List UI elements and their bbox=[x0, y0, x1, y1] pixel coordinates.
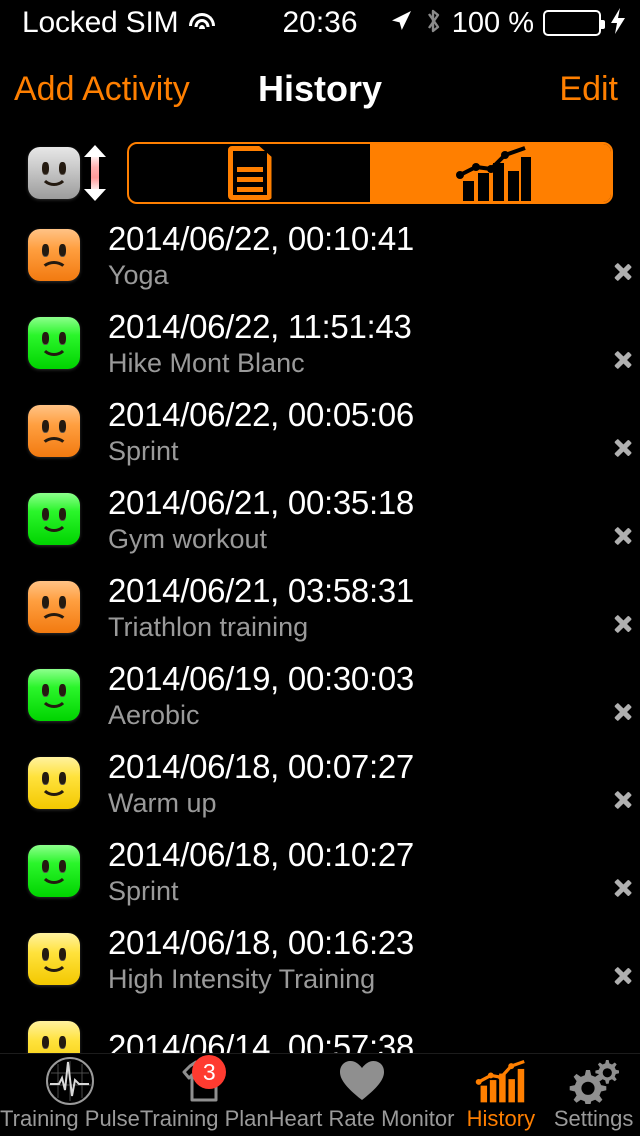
mood-face-icon bbox=[28, 317, 80, 369]
row-timestamp: 2014/06/22, 11:51:43 bbox=[108, 307, 412, 345]
badge-training-plan: 3 bbox=[192, 1055, 227, 1089]
row-timestamp: 2014/06/21, 03:58:31 bbox=[108, 571, 414, 609]
history-list[interactable]: 2014/06/22, 00:10:41 Yoga 2014/06/22, 11:5… bbox=[0, 211, 640, 1053]
ecg-pulse-icon bbox=[45, 1056, 95, 1106]
battery-percent-label: 100 % bbox=[451, 6, 534, 39]
navigation-bar: Add Activity History Edit bbox=[0, 46, 640, 132]
tab-training-pulse[interactable]: Training Pulse bbox=[0, 1054, 140, 1136]
document-list-icon bbox=[227, 146, 272, 200]
row-timestamp: 2014/06/18, 00:07:27 bbox=[108, 747, 414, 785]
table-row[interactable]: 2014/06/22, 11:51:43 Hike Mont Blanc bbox=[0, 299, 640, 387]
shirt-icon: 3 bbox=[180, 1055, 228, 1106]
bluetooth-icon bbox=[423, 7, 443, 40]
row-activity-name: Yoga bbox=[108, 259, 169, 290]
row-activity-name: Aerobic bbox=[108, 699, 200, 730]
tab-label-settings: Settings bbox=[553, 1106, 634, 1131]
table-row[interactable]: 2014/06/21, 00:35:18 Gym workout bbox=[0, 475, 640, 563]
mood-face-icon bbox=[28, 669, 80, 721]
tab-label-heart-rate-monitor: Heart Rate Monitor bbox=[268, 1106, 455, 1131]
tab-settings[interactable]: Settings bbox=[547, 1054, 640, 1136]
tab-training-plan[interactable]: 3 Training Plan bbox=[140, 1054, 269, 1136]
table-row[interactable]: 2014/06/14, 00:57:38 bbox=[0, 1003, 640, 1053]
row-timestamp: 2014/06/18, 00:16:23 bbox=[108, 923, 414, 961]
mood-face-icon bbox=[28, 493, 80, 545]
row-timestamp: 2014/06/22, 00:10:41 bbox=[108, 219, 414, 257]
mood-face-icon bbox=[28, 933, 80, 985]
row-texts: 2014/06/21, 00:35:18 Gym workout bbox=[108, 483, 614, 556]
smiley-face-icon[interactable] bbox=[28, 147, 80, 199]
mood-face-icon bbox=[28, 1021, 80, 1053]
tab-bar: Training Pulse 3 Training Plan Heart Rat… bbox=[0, 1053, 640, 1136]
location-arrow-icon bbox=[388, 8, 414, 39]
tab-label-history: History bbox=[466, 1106, 536, 1131]
page-title: History bbox=[257, 68, 383, 109]
row-activity-name: Sprint bbox=[108, 435, 179, 466]
row-texts: 2014/06/18, 00:07:27 Warm up bbox=[108, 747, 614, 820]
row-timestamp: 2014/06/21, 00:35:18 bbox=[108, 483, 414, 521]
mood-face-icon bbox=[28, 405, 80, 457]
heart-icon bbox=[338, 1056, 386, 1106]
table-row[interactable]: 2014/06/18, 00:07:27 Warm up bbox=[0, 739, 640, 827]
row-activity-name: Sprint bbox=[108, 875, 179, 906]
tab-heart-rate-monitor[interactable]: Heart Rate Monitor bbox=[268, 1054, 455, 1136]
table-row[interactable]: 2014/06/21, 03:58:31 Triathlon training bbox=[0, 563, 640, 651]
app-screen: Locked SIM 20:36 100 % Add Activity Hist… bbox=[0, 0, 640, 1136]
table-row[interactable]: 2014/06/22, 00:05:06 Sprint bbox=[0, 387, 640, 475]
segment-list-view[interactable] bbox=[129, 144, 370, 202]
tab-label-training-pulse: Training Pulse bbox=[0, 1106, 140, 1131]
row-texts: 2014/06/22, 00:05:06 Sprint bbox=[108, 395, 614, 468]
row-texts: 2014/06/22, 00:10:41 Yoga bbox=[108, 219, 614, 292]
mood-face-icon bbox=[28, 229, 80, 281]
row-texts: 2014/06/18, 00:10:27 Sprint bbox=[108, 835, 614, 908]
list-toolbar bbox=[0, 137, 640, 209]
row-texts: 2014/06/19, 00:30:03 Aerobic bbox=[108, 659, 614, 732]
row-timestamp: 2014/06/14, 00:57:38 bbox=[108, 1028, 414, 1053]
status-bar: Locked SIM 20:36 100 % bbox=[0, 0, 640, 46]
tab-history[interactable]: History bbox=[454, 1054, 547, 1136]
row-activity-name: Hike Mont Blanc bbox=[108, 347, 305, 378]
sort-control[interactable] bbox=[28, 145, 106, 201]
lightning-bolt-icon bbox=[610, 7, 626, 39]
row-activity-name: High Intensity Training bbox=[108, 963, 376, 994]
row-timestamp: 2014/06/22, 00:05:06 bbox=[108, 395, 414, 433]
battery-icon bbox=[543, 10, 605, 36]
row-activity-name: Triathlon training bbox=[108, 611, 309, 642]
segment-chart-view[interactable] bbox=[370, 144, 611, 202]
row-texts: 2014/06/22, 11:51:43 Hike Mont Blanc bbox=[108, 307, 614, 380]
mood-face-icon bbox=[28, 845, 80, 897]
row-texts: 2014/06/18, 00:16:23 High Intensity Train… bbox=[108, 923, 614, 996]
table-row[interactable]: 2014/06/19, 00:30:03 Aerobic bbox=[0, 651, 640, 739]
view-mode-segmented-control[interactable] bbox=[127, 142, 613, 204]
edit-button[interactable]: Edit bbox=[559, 70, 618, 109]
status-bar-right: 100 % bbox=[388, 7, 626, 40]
table-row[interactable]: 2014/06/22, 00:10:41 Yoga bbox=[0, 211, 640, 299]
sort-updown-arrows-icon[interactable] bbox=[84, 145, 106, 201]
row-timestamp: 2014/06/18, 00:10:27 bbox=[108, 835, 414, 873]
tab-label-training-plan: Training Plan bbox=[139, 1106, 269, 1131]
row-activity-name: Warm up bbox=[108, 787, 217, 818]
row-texts: 2014/06/14, 00:57:38 bbox=[108, 1027, 614, 1053]
gears-icon bbox=[569, 1056, 619, 1106]
table-row[interactable]: 2014/06/18, 00:16:23 High Intensity Train… bbox=[0, 915, 640, 1003]
mood-face-icon bbox=[28, 581, 80, 633]
row-texts: 2014/06/21, 03:58:31 Triathlon training bbox=[108, 571, 614, 644]
row-activity-name: Gym workout bbox=[108, 523, 268, 554]
mood-face-icon bbox=[28, 757, 80, 809]
bar-chart-trend-icon bbox=[451, 145, 531, 201]
bar-chart-trend-icon bbox=[475, 1056, 527, 1106]
row-timestamp: 2014/06/19, 00:30:03 bbox=[108, 659, 414, 697]
table-row[interactable]: 2014/06/18, 00:10:27 Sprint bbox=[0, 827, 640, 915]
